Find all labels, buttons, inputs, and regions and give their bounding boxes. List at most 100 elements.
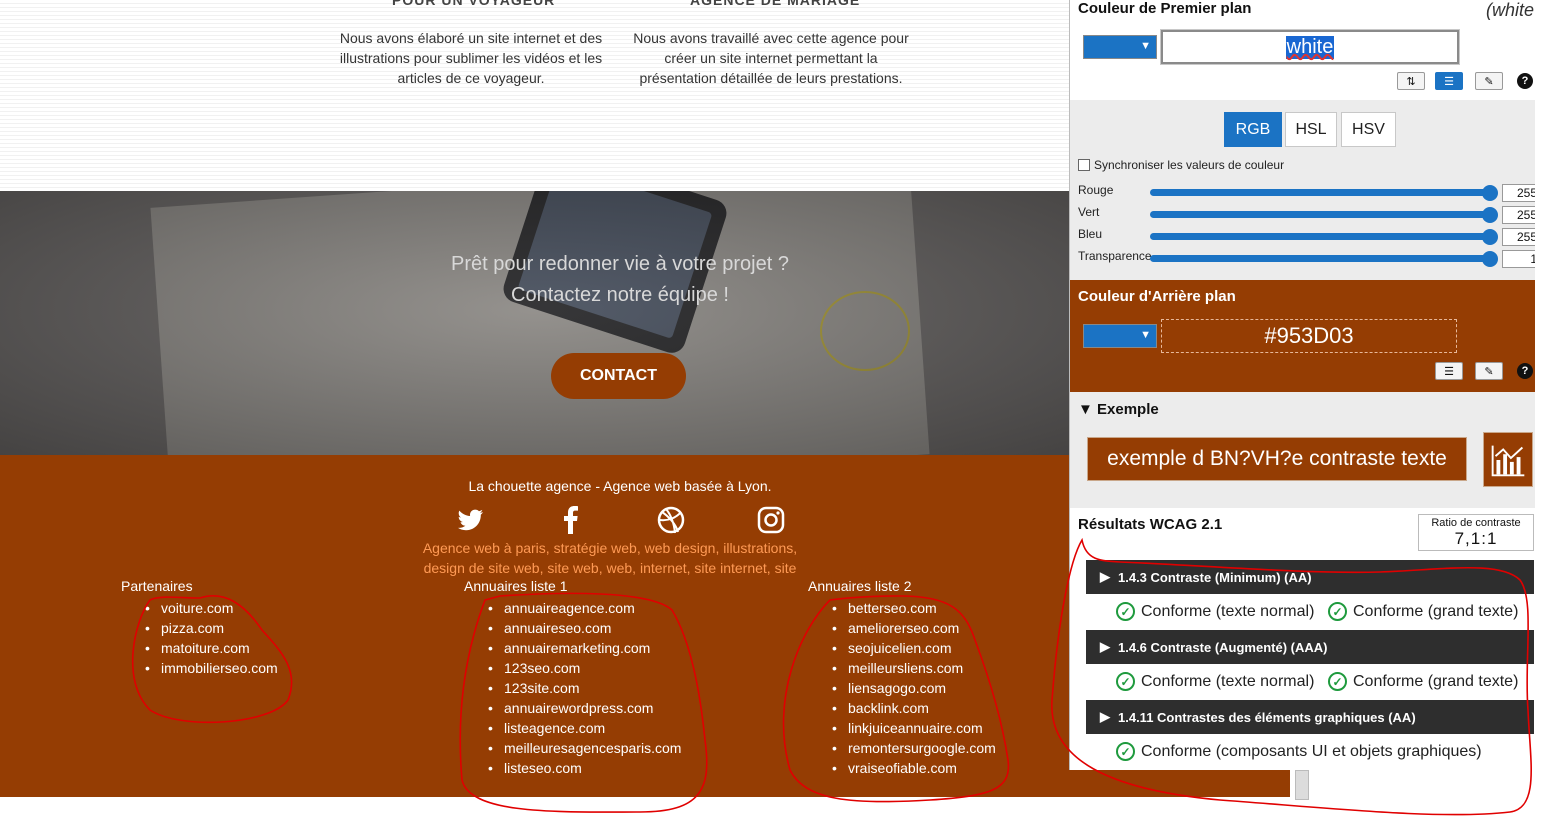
transparency-slider[interactable] [1150, 255, 1490, 262]
footer-seo-keywords: Agence web à paris, stratégie web, web d… [422, 540, 798, 576]
result-text: Conforme (texte normal) [1141, 602, 1315, 620]
criterion-1-4-11-toggle[interactable]: ▶ 1.4.11 Contrastes des éléments graphiq… [1086, 700, 1534, 734]
result-row: ✓ Conforme (grand texte) [1328, 672, 1518, 691]
footer-link[interactable]: meilleursliens.com [832, 658, 996, 678]
tab-hsv[interactable]: HSV [1341, 112, 1396, 147]
instagram-icon[interactable] [756, 505, 786, 535]
foreground-color-input[interactable]: white [1160, 29, 1460, 65]
footer-link[interactable]: listeagence.com [488, 718, 681, 738]
eyedropper-icon: ✎ [1484, 365, 1494, 378]
footer-link[interactable]: meilleuresagencesparis.com [488, 738, 681, 758]
background-settings-button[interactable]: ☰ [1435, 362, 1463, 380]
result-row: ✓ Conforme (grand texte) [1328, 602, 1518, 621]
criterion-name: 1.4.6 Contraste (Augmenté) (AAA) [1118, 639, 1328, 655]
foreground-color-section: Couleur de Premier plan (white ▼ white ⇅… [1070, 0, 1535, 100]
result-row: ✓ Conforme (composants UI et objets grap… [1116, 742, 1482, 761]
hero-heading: Prêt pour redonner vie à votre projet ? [451, 253, 789, 275]
criterion-1-4-3-toggle[interactable]: ▶ 1.4.3 Contraste (Minimum) (AA) [1086, 560, 1534, 594]
help-icon[interactable]: ? [1517, 73, 1533, 89]
project-title: POUR UN VOYAGEUR [392, 0, 556, 8]
blue-label: Bleu [1078, 227, 1103, 241]
blue-slider-handle[interactable] [1482, 229, 1498, 245]
blue-slider[interactable] [1150, 233, 1490, 240]
red-value-input[interactable]: 255 [1502, 184, 1535, 202]
directory-1-link-list: annuaireagence.com annuaireseo.com annua… [488, 598, 681, 778]
result-row: ✓ Conforme (texte normal) [1116, 602, 1314, 621]
footer-link[interactable]: 123seo.com [488, 658, 681, 678]
red-slider-handle[interactable] [1482, 185, 1498, 201]
foreground-settings-button[interactable]: ☰ [1435, 72, 1463, 90]
triangle-right-icon: ▶ [1100, 569, 1110, 584]
directory-2-column-title: Annuaires liste 2 [808, 578, 912, 594]
sliders-icon: ☰ [1444, 75, 1454, 88]
footer-link[interactable]: annuairewordpress.com [488, 698, 681, 718]
result-row: ✓ Conforme (texte normal) [1116, 672, 1314, 691]
facebook-icon[interactable] [556, 505, 586, 535]
footer-link[interactable]: liensagogo.com [832, 678, 996, 698]
help-icon[interactable]: ? [1517, 363, 1533, 379]
footer-link[interactable]: remontersurgoogle.com [832, 738, 996, 758]
footer-link[interactable]: pizza.com [145, 618, 278, 638]
swap-arrows-icon: ⇅ [1406, 75, 1416, 88]
footer-link[interactable]: linkjuiceannuaire.com [832, 718, 996, 738]
swap-colors-button[interactable]: ⇅ [1397, 72, 1425, 90]
tab-hsl[interactable]: HSL [1285, 112, 1337, 147]
check-circle-icon: ✓ [1328, 602, 1347, 621]
triangle-right-icon: ▶ [1100, 709, 1110, 724]
footer-link[interactable]: immobilierseo.com [145, 658, 278, 678]
directory-2-link-list: betterseo.com ameliorerseo.com seojuicel… [832, 598, 996, 778]
transparency-slider-handle[interactable] [1482, 251, 1498, 267]
result-text: Conforme (grand texte) [1353, 672, 1519, 690]
wcag-results-section: Résultats WCAG 2.1 Ratio de contraste 7,… [1070, 508, 1535, 770]
footer-link[interactable]: voiture.com [145, 598, 278, 618]
foreground-swatch-select[interactable]: ▼ [1083, 35, 1157, 59]
twitter-icon[interactable] [456, 505, 486, 535]
sync-checkbox[interactable] [1078, 159, 1090, 171]
page-scrollbar[interactable] [1295, 770, 1309, 800]
sync-values-row[interactable]: Synchroniser les valeurs de couleur [1078, 158, 1284, 172]
background-swatch-select[interactable]: ▼ [1083, 324, 1157, 348]
eyedropper-icon: ✎ [1484, 75, 1494, 88]
green-slider-handle[interactable] [1482, 207, 1498, 223]
background-eyedropper-button[interactable]: ✎ [1475, 362, 1503, 380]
footer-link[interactable]: betterseo.com [832, 598, 996, 618]
contrast-ratio-label: Ratio de contraste [1431, 517, 1521, 529]
green-slider[interactable] [1150, 211, 1490, 218]
footer-link[interactable]: listeseo.com [488, 758, 681, 778]
footer-link[interactable]: annuaireagence.com [488, 598, 681, 618]
wcag-title: Résultats WCAG 2.1 [1078, 516, 1223, 533]
criterion-1-4-6-toggle[interactable]: ▶ 1.4.6 Contraste (Augmenté) (AAA) [1086, 630, 1534, 664]
check-circle-icon: ✓ [1116, 602, 1135, 621]
footer-link[interactable]: 123site.com [488, 678, 681, 698]
check-circle-icon: ✓ [1116, 742, 1135, 761]
footer-link[interactable]: annuaireseo.com [488, 618, 681, 638]
projects-section: POUR UN VOYAGEUR Nous avons élaboré un s… [0, 0, 1070, 191]
background-color-input[interactable]: #953D03 [1161, 319, 1457, 353]
contrast-ratio-box: Ratio de contraste 7,1:1 [1418, 514, 1534, 551]
foreground-eyedropper-button[interactable]: ✎ [1475, 72, 1503, 90]
footer-link[interactable]: backlink.com [832, 698, 996, 718]
contact-button[interactable]: CONTACT [551, 353, 686, 399]
footer-tagline: La chouette agence - Agence web basée à … [468, 478, 772, 494]
footer-link[interactable]: seojuicelien.com [832, 638, 996, 658]
footer-link[interactable]: matoiture.com [145, 638, 278, 658]
sync-label: Synchroniser les valeurs de couleur [1094, 158, 1285, 172]
contrast-analyser-panel: Couleur de Premier plan (white ▼ white ⇅… [1069, 0, 1535, 770]
blue-value-input[interactable]: 255 [1502, 228, 1535, 246]
green-label: Vert [1078, 205, 1100, 219]
check-circle-icon: ✓ [1116, 672, 1135, 691]
graph-preview-icon [1483, 432, 1533, 487]
transparency-value-input[interactable]: 1 [1502, 250, 1535, 268]
footer-link[interactable]: ameliorerseo.com [832, 618, 996, 638]
dribbble-icon[interactable] [656, 505, 686, 535]
hero-banner: Prêt pour redonner vie à votre projet ? … [0, 191, 1070, 455]
foreground-value-note: (white [1485, 0, 1534, 20]
example-toggle[interactable]: ▼ Exemple [1078, 401, 1159, 418]
footer-link[interactable]: vraiseofiable.com [832, 758, 996, 778]
transparency-label: Transparence [1078, 249, 1152, 263]
tab-rgb[interactable]: RGB [1224, 112, 1282, 147]
green-value-input[interactable]: 255 [1502, 206, 1535, 224]
footer-link[interactable]: annuairemarketing.com [488, 638, 681, 658]
red-slider[interactable] [1150, 189, 1490, 196]
partners-column-title: Partenaires [121, 578, 193, 594]
